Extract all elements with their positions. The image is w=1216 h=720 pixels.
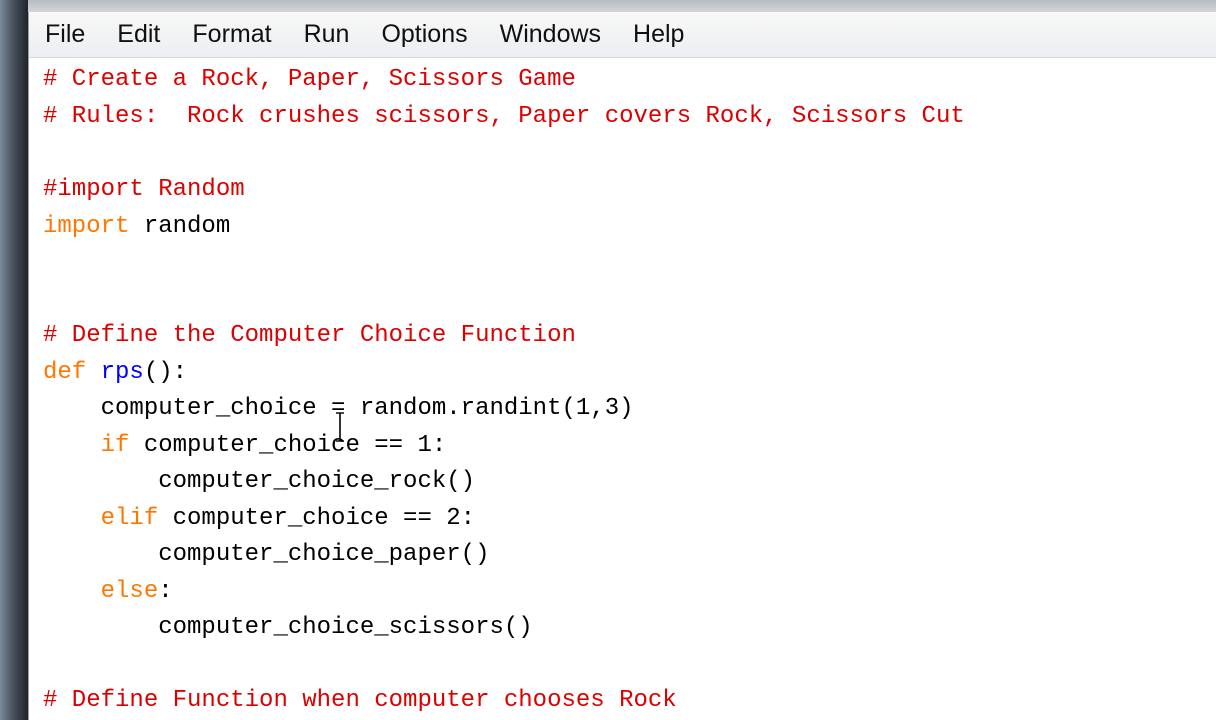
code-line-9: def rps(): (43, 355, 187, 391)
code-line-15: else: (43, 574, 173, 610)
code-line-5: import random (43, 209, 230, 245)
code-line-16: computer_choice_scissors() (43, 614, 533, 641)
code-line-11: if computer_choice == 1: (43, 428, 447, 464)
menu-file[interactable]: File (29, 12, 101, 57)
import-keyword: import (43, 213, 130, 240)
menu-format[interactable]: Format (176, 12, 287, 57)
menu-windows[interactable]: Windows (484, 12, 617, 57)
menu-edit[interactable]: Edit (101, 12, 176, 57)
window-frame-left (0, 0, 28, 720)
menu-run[interactable]: Run (288, 12, 366, 57)
text-cursor-icon (336, 412, 344, 442)
menu-bar: File Edit Format Run Options Windows Hel… (29, 12, 1216, 58)
function-name: rps (100, 359, 144, 386)
code-line-1: # Create a Rock, Paper, Scissors Game (43, 66, 576, 93)
code-text: (): (143, 359, 188, 386)
else-keyword: else (100, 578, 159, 605)
code-line-14: computer_choice_paper() (43, 541, 490, 568)
code-editor[interactable]: # Create a Rock, Paper, Scissors Game # … (29, 58, 1216, 720)
code-line-12: computer_choice_rock() (43, 468, 476, 495)
code-text: random (129, 213, 231, 240)
code-line-2: # Rules: Rock crushes scissors, Paper co… (43, 103, 965, 130)
menu-options[interactable]: Options (365, 12, 483, 57)
code-text: computer_choice == 1: (129, 432, 447, 459)
idle-editor-window: File Edit Format Run Options Windows Hel… (28, 12, 1216, 720)
if-keyword: if (100, 432, 130, 459)
def-keyword: def (43, 359, 87, 386)
code-line-4: #import Random (43, 176, 245, 203)
code-text: : (158, 578, 173, 605)
code-line-13: elif computer_choice == 2: (43, 501, 475, 537)
elif-keyword: elif (100, 505, 159, 532)
menu-help[interactable]: Help (617, 12, 700, 57)
code-text: computer_choice == 2: (158, 505, 476, 532)
code-line-8: # Define the Computer Choice Function (43, 322, 576, 349)
code-line-18: # Define Function when computer chooses … (43, 687, 677, 714)
